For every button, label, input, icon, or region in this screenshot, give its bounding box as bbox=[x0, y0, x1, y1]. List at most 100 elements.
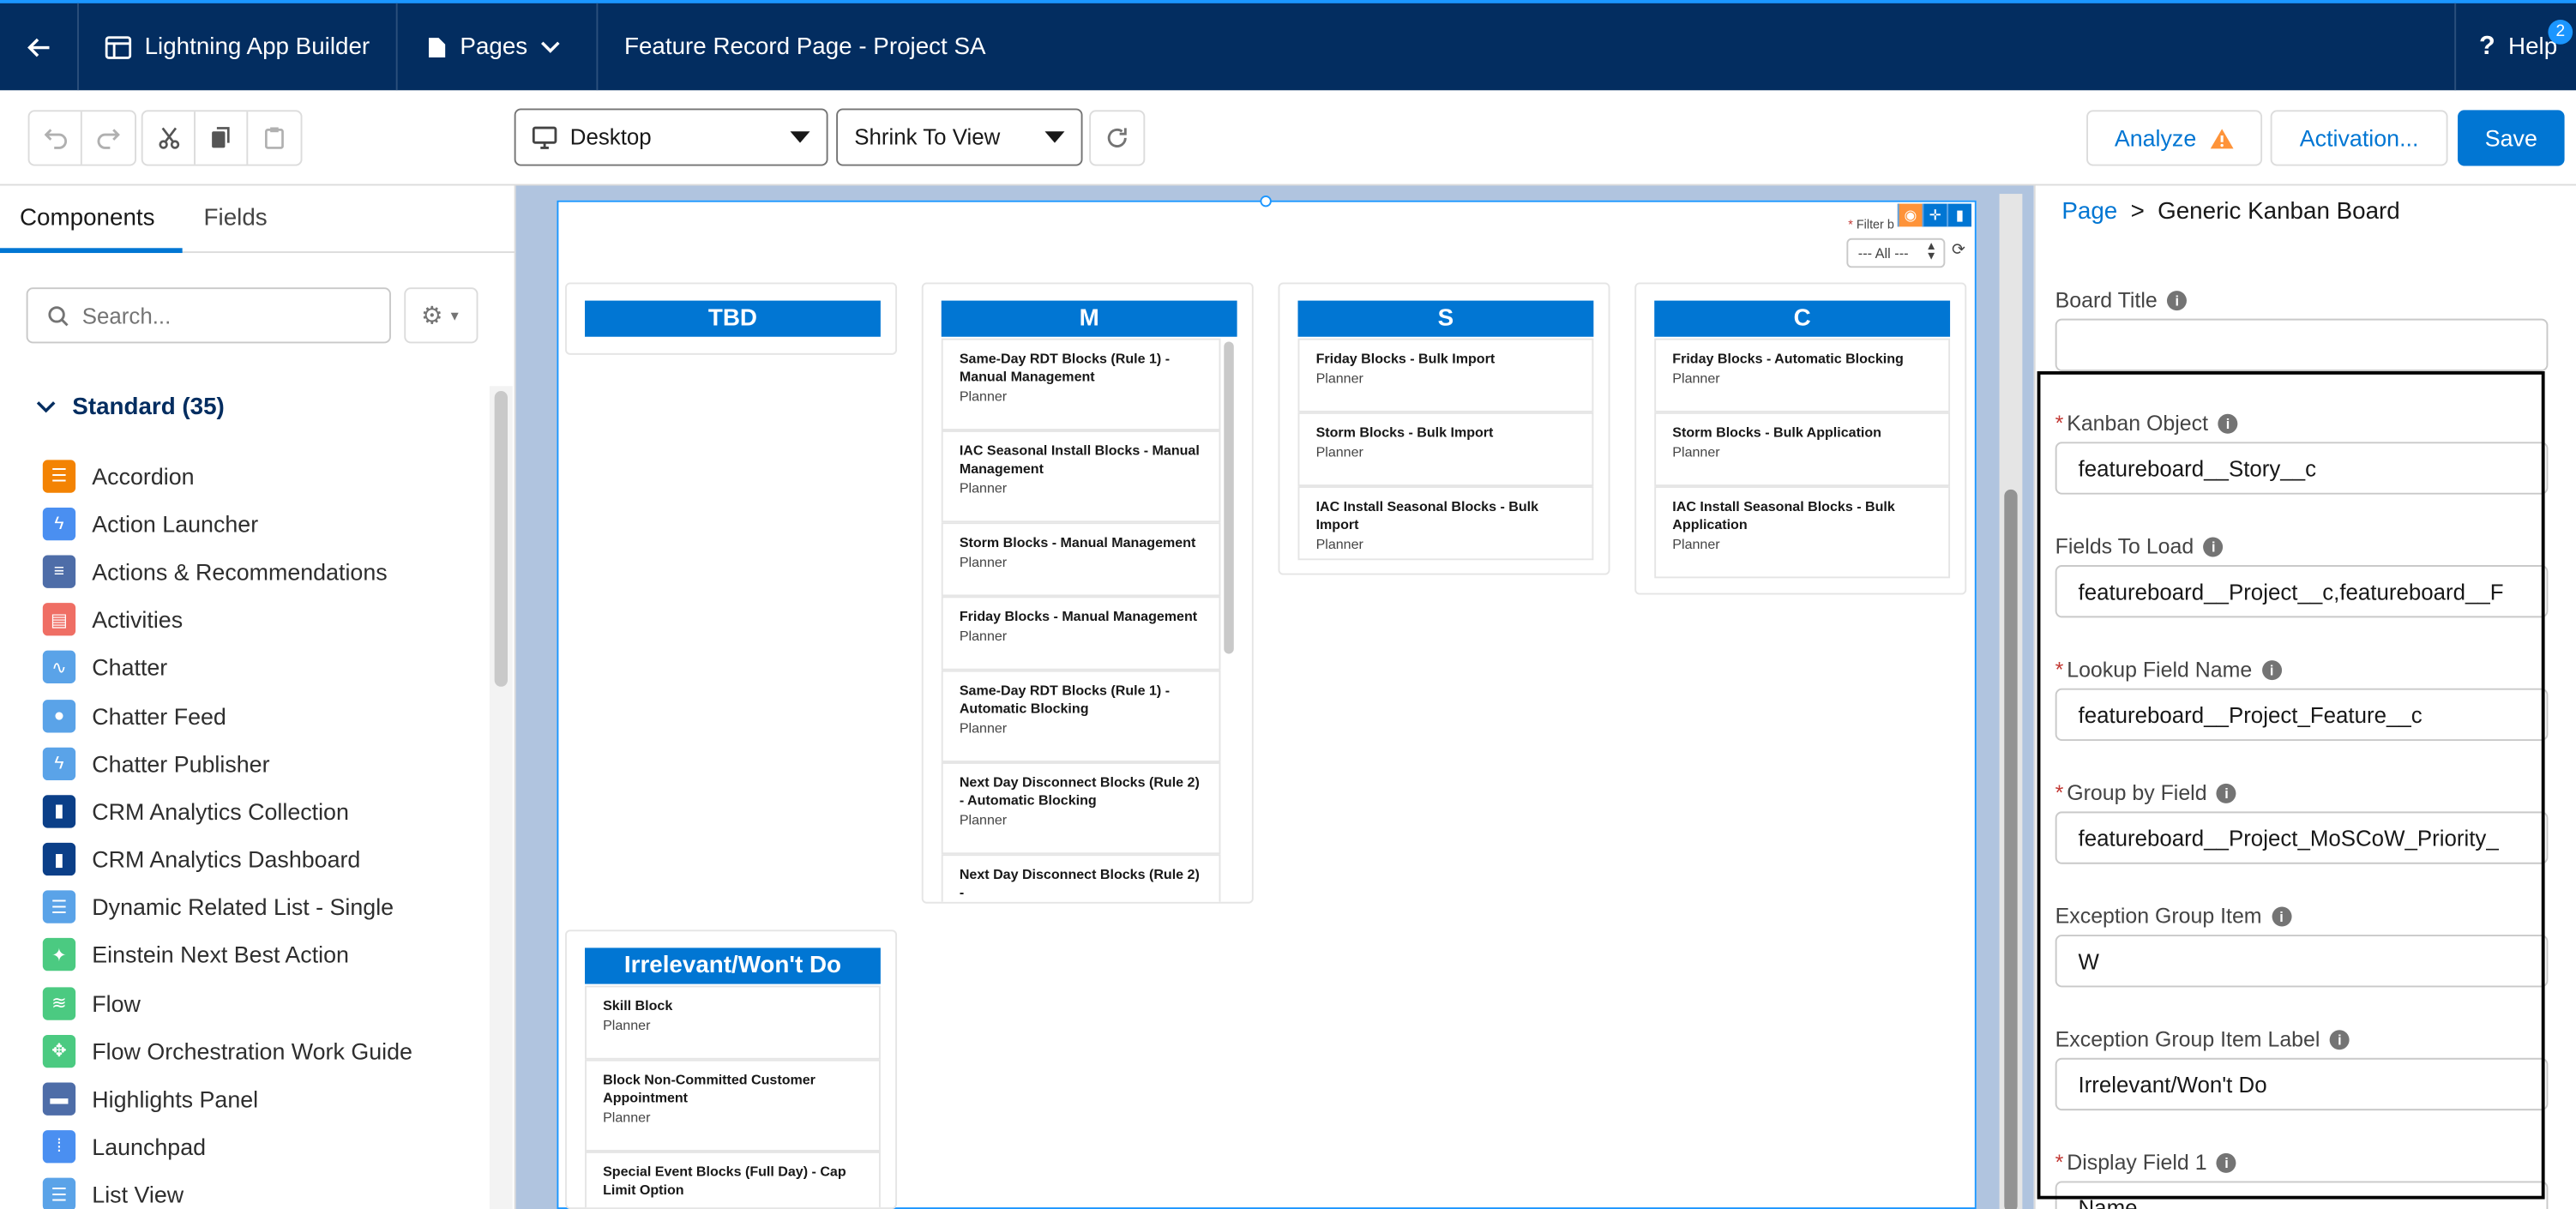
bar-chart-icon: ▮ bbox=[42, 795, 76, 828]
undo-button[interactable] bbox=[29, 111, 82, 165]
component-item[interactable]: ▮ CRM Analytics Dashboard bbox=[42, 835, 486, 883]
copy-button[interactable] bbox=[196, 111, 249, 165]
component-label: Einstein Next Best Action bbox=[92, 941, 349, 969]
scrollbar-thumb[interactable] bbox=[494, 390, 508, 687]
device-select[interactable]: Desktop bbox=[514, 108, 828, 166]
pages-label: Pages bbox=[460, 33, 528, 60]
move-button[interactable]: ✛ bbox=[1922, 203, 1947, 227]
back-button[interactable] bbox=[0, 3, 79, 91]
component-search-input[interactable]: Search... bbox=[26, 287, 391, 344]
card-title: Storm Blocks - Bulk Import bbox=[1315, 424, 1494, 441]
app-builder-menu[interactable]: Lightning App Builder bbox=[79, 3, 398, 91]
kanban-card[interactable]: Block Non-Committed Customer Appointment… bbox=[585, 1059, 881, 1152]
kanban-card[interactable]: Friday Blocks - Manual Management Planner bbox=[941, 596, 1221, 671]
component-item[interactable]: ☰ Dynamic Related List - Single bbox=[42, 883, 486, 931]
chevron-down-icon bbox=[36, 401, 56, 413]
component-item[interactable]: ≋ Flow bbox=[42, 979, 486, 1027]
component-label: Chatter Publisher bbox=[92, 749, 270, 777]
field-input[interactable] bbox=[2055, 318, 2549, 371]
component-item[interactable]: ✥ Flow Orchestration Work Guide bbox=[42, 1027, 486, 1075]
analyze-button[interactable]: Analyze bbox=[2086, 110, 2263, 166]
scrollbar-thumb[interactable] bbox=[2004, 489, 2018, 1209]
component-item[interactable]: ● Chatter Feed bbox=[42, 691, 486, 739]
redo-button[interactable] bbox=[82, 111, 135, 164]
card-title: Friday Blocks - Automatic Blocking bbox=[1672, 350, 1904, 367]
component-item[interactable]: ✦ Einstein Next Best Action bbox=[42, 931, 486, 979]
card-subtitle: Planner bbox=[603, 1016, 651, 1034]
settings-menu-button[interactable]: ⚙ ▼ bbox=[404, 287, 478, 344]
zoom-select[interactable]: Shrink To View bbox=[836, 108, 1083, 166]
activation-button[interactable]: Activation... bbox=[2270, 110, 2448, 166]
component-item[interactable]: ∿ Chatter bbox=[42, 644, 486, 692]
component-item[interactable]: ⁞ Launchpad bbox=[42, 1123, 486, 1171]
standard-section-header[interactable]: Standard (35) bbox=[36, 394, 225, 420]
kanban-card[interactable]: Storm Blocks - Manual Management Planner bbox=[941, 522, 1221, 597]
kanban-card[interactable]: Storm Blocks - Bulk Application Planner bbox=[1654, 412, 1951, 487]
card-subtitle: Planner bbox=[1672, 443, 1720, 460]
panel-tabs: Components Fields bbox=[0, 185, 516, 254]
component-item[interactable]: ϟ Action Launcher bbox=[42, 500, 486, 548]
grid-icon: ⁞ bbox=[42, 1130, 76, 1164]
component-item[interactable]: ▮ CRM Analytics Collection bbox=[42, 787, 486, 835]
kanban-card[interactable]: Special Event Blocks (Full Day) - Cap Li… bbox=[585, 1151, 881, 1208]
pages-menu[interactable]: Pages bbox=[398, 3, 599, 91]
kanban-column: M Same-Day RDT Blocks (Rule 1) - Manual M… bbox=[921, 282, 1254, 904]
refresh-button[interactable] bbox=[1089, 110, 1146, 166]
delete-button[interactable]: ▮ bbox=[1947, 203, 1971, 227]
column-scrollbar[interactable] bbox=[1224, 341, 1234, 654]
kanban-card[interactable]: IAC Install Seasonal Blocks - Bulk Impor… bbox=[1297, 486, 1594, 561]
tab-fields[interactable]: Fields bbox=[204, 205, 268, 232]
analyze-label: Analyze bbox=[2114, 124, 2197, 152]
kanban-card[interactable]: Friday Blocks - Automatic Blocking Planne… bbox=[1654, 338, 1951, 412]
activation-label: Activation... bbox=[2299, 124, 2419, 152]
drag-handle[interactable] bbox=[1260, 195, 1272, 208]
info-icon[interactable]: i bbox=[2167, 290, 2188, 310]
visibility-button[interactable]: ◉ bbox=[1897, 203, 1923, 227]
device-value: Desktop bbox=[569, 124, 652, 150]
kanban-card[interactable]: Next Day Disconnect Blocks (Rule 2) - bbox=[941, 854, 1221, 902]
component-list-scrollbar[interactable] bbox=[489, 386, 513, 1209]
filter-select[interactable]: --- All --- ▲ ▼ bbox=[1846, 238, 1946, 268]
refresh-icon[interactable]: ⟳ bbox=[1952, 242, 1965, 260]
orchestration-icon: ✥ bbox=[42, 1034, 76, 1068]
component-item[interactable]: ☰ Accordion bbox=[42, 452, 486, 500]
clipboard-icon: ▤ bbox=[42, 603, 76, 636]
undo-redo-group bbox=[27, 110, 137, 166]
cut-button[interactable] bbox=[143, 111, 196, 165]
card-subtitle: Planner bbox=[959, 388, 1008, 405]
builder-toolbar: Desktop Shrink To View Analyze Activatio… bbox=[0, 90, 2576, 186]
card-title: IAC Seasonal Install Blocks - Manual Man… bbox=[959, 442, 1200, 477]
canvas-scrollbar[interactable] bbox=[1999, 194, 2023, 1209]
kanban-card[interactable]: Same-Day RDT Blocks (Rule 1) - Automatic… bbox=[941, 670, 1221, 762]
page-title: Feature Record Page - Project SA bbox=[624, 33, 986, 60]
component-item[interactable]: ▬ Highlights Panel bbox=[42, 1075, 486, 1123]
copy-icon bbox=[212, 127, 230, 148]
component-item[interactable]: ϟ Chatter Publisher bbox=[42, 739, 486, 787]
kanban-card[interactable]: Next Day Disconnect Blocks (Rule 2) - Au… bbox=[941, 761, 1221, 855]
component-item[interactable]: ≡ Actions & Recommendations bbox=[42, 548, 486, 596]
kanban-card[interactable]: Same-Day RDT Blocks (Rule 1) - Manual Ma… bbox=[941, 338, 1221, 430]
kanban-card[interactable]: IAC Seasonal Install Blocks - Manual Man… bbox=[941, 430, 1221, 523]
kanban-card[interactable]: Storm Blocks - Bulk Import Planner bbox=[1297, 412, 1594, 487]
save-button[interactable]: Save bbox=[2458, 110, 2565, 166]
card-subtitle: Planner bbox=[1315, 370, 1363, 387]
warning-icon bbox=[2210, 128, 2234, 148]
card-title: Next Day Disconnect Blocks (Rule 2) - Au… bbox=[959, 773, 1200, 809]
active-tab-indicator bbox=[0, 248, 183, 254]
filter-label: * Filter b bbox=[1848, 216, 1894, 232]
component-item[interactable]: ☰ List View bbox=[42, 1171, 486, 1209]
tab-components[interactable]: Components bbox=[20, 205, 155, 232]
card-subtitle: Planner bbox=[959, 719, 1008, 737]
breadcrumb-page-link[interactable]: Page bbox=[2061, 199, 2117, 226]
kanban-card[interactable]: IAC Install Seasonal Blocks - Bulk Appli… bbox=[1654, 486, 1951, 579]
arrow-left-icon bbox=[27, 37, 49, 57]
list-icon: ≡ bbox=[42, 555, 76, 588]
kanban-card[interactable]: Skill Block Planner bbox=[585, 985, 881, 1060]
help-button[interactable]: ? Help 2 bbox=[2454, 3, 2576, 91]
component-item[interactable]: ▤ Activities bbox=[42, 596, 486, 644]
card-title: Storm Blocks - Bulk Application bbox=[1672, 424, 1881, 441]
kanban-card[interactable]: Friday Blocks - Bulk Import Planner bbox=[1297, 338, 1594, 412]
lightning-bolt-icon: ϟ bbox=[42, 747, 76, 780]
paste-button[interactable] bbox=[248, 111, 300, 164]
component-label: Flow Orchestration Work Guide bbox=[92, 1038, 412, 1065]
